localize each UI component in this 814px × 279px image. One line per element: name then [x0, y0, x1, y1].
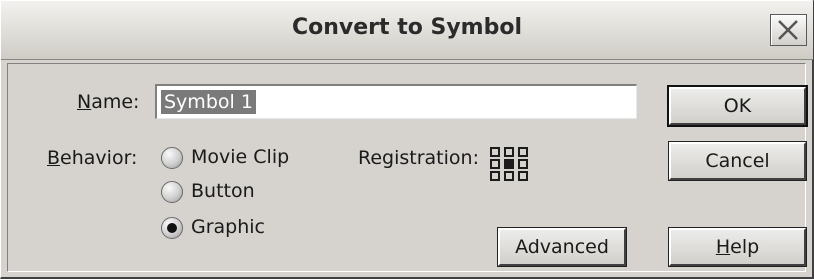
- title-bar: Convert to Symbol: [1, 1, 813, 60]
- registration-point-center[interactable]: [504, 159, 514, 169]
- name-input[interactable]: Symbol 1: [155, 84, 637, 119]
- name-input-value: Symbol 1: [161, 90, 256, 114]
- ok-button[interactable]: OK: [667, 85, 808, 127]
- close-icon: [778, 20, 798, 40]
- registration-point-middle-right[interactable]: [518, 159, 528, 169]
- radio-movie-clip[interactable]: [161, 147, 183, 169]
- radio-graphic[interactable]: [161, 217, 183, 239]
- radio-button[interactable]: [161, 181, 183, 203]
- dialog-title: Convert to Symbol: [291, 15, 522, 40]
- registration-point-top-left[interactable]: [490, 147, 500, 157]
- registration-point-bottom-left[interactable]: [490, 171, 500, 181]
- name-label: Name:: [77, 91, 140, 113]
- convert-to-symbol-dialog: Convert to Symbol Name: Symbol 1 Behavio…: [0, 0, 814, 279]
- radio-button-label[interactable]: Button: [191, 180, 255, 202]
- registration-label: Registration:: [358, 147, 479, 169]
- registration-point-bottom-center[interactable]: [504, 171, 514, 181]
- help-button[interactable]: Help: [668, 227, 807, 267]
- registration-grid[interactable]: [490, 147, 532, 183]
- cancel-button[interactable]: Cancel: [668, 141, 807, 181]
- radio-graphic-label[interactable]: Graphic: [191, 216, 265, 238]
- close-button[interactable]: [770, 14, 807, 46]
- radio-movie-clip-label[interactable]: Movie Clip: [191, 146, 289, 168]
- registration-point-middle-left[interactable]: [490, 159, 500, 169]
- advanced-button[interactable]: Advanced: [497, 227, 627, 267]
- behavior-label: Behavior:: [47, 147, 138, 169]
- registration-point-top-right[interactable]: [518, 147, 528, 157]
- registration-point-bottom-right[interactable]: [518, 171, 528, 181]
- registration-point-top-center[interactable]: [504, 147, 514, 157]
